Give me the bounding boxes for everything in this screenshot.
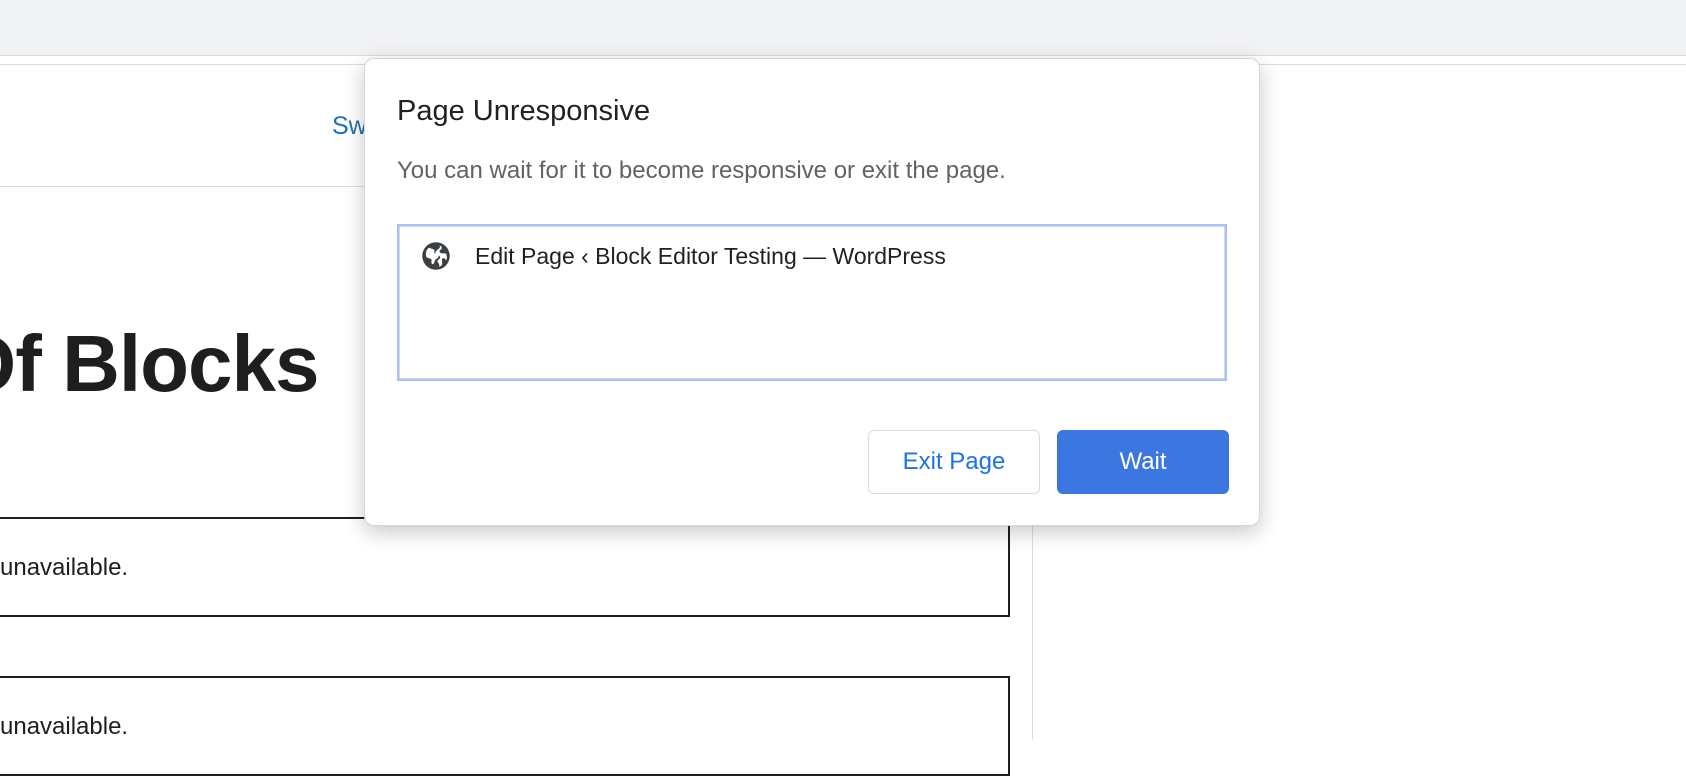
exit-page-button[interactable]: Exit Page [868,430,1040,494]
page-unresponsive-dialog: Page Unresponsive You can wait for it to… [364,58,1260,526]
page-heading[interactable]: Of Blocks [0,318,319,410]
unresponsive-page-list[interactable]: Edit Page ‹ Block Editor Testing — WordP… [397,224,1227,381]
page-title-label: Edit Page ‹ Block Editor Testing — WordP… [475,242,946,269]
dialog-description: You can wait for it to become responsive… [397,157,1006,184]
browser-toolbar [0,0,1686,56]
wait-button[interactable]: Wait [1057,430,1229,494]
globe-icon [422,242,450,270]
header-link[interactable]: Sw [332,112,367,141]
block-text: unavailable. [0,713,129,740]
list-item[interactable]: Edit Page ‹ Block Editor Testing — WordP… [421,238,946,274]
editor-block[interactable] [0,517,1010,617]
dialog-title: Page Unresponsive [397,95,651,127]
editor-block[interactable] [0,676,1010,776]
block-text: unavailable. [0,554,129,581]
